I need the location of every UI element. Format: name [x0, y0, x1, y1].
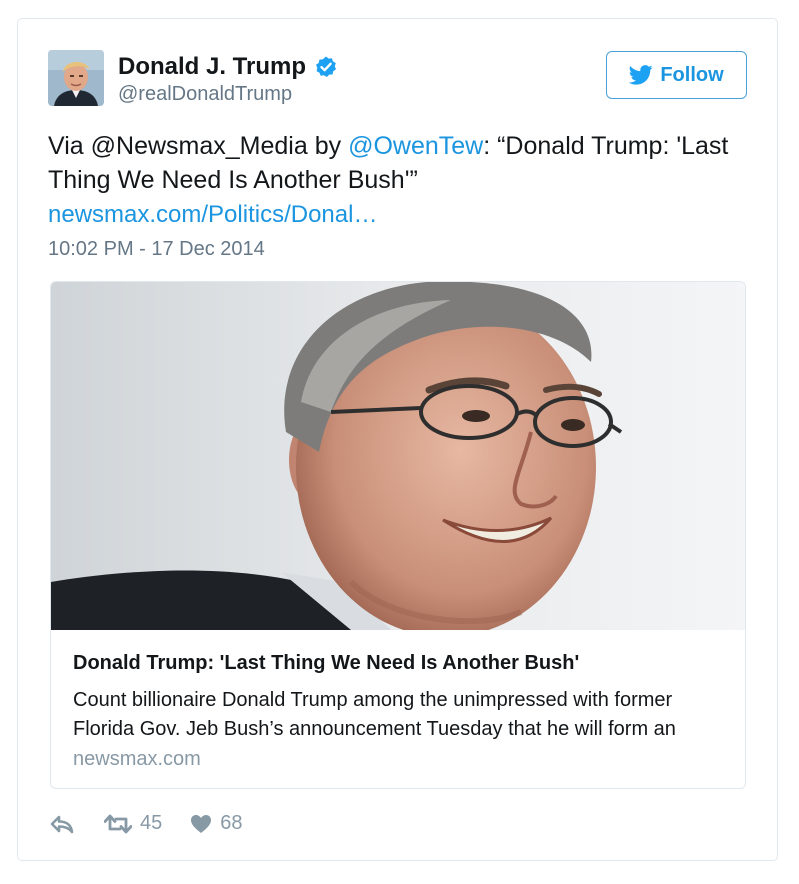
card-image[interactable]: [51, 282, 745, 630]
user-avatar[interactable]: [48, 50, 104, 106]
author-name-row[interactable]: Donald J. Trump: [118, 53, 338, 81]
link-preview-card[interactable]: Donald Trump: 'Last Thing We Need Is Ano…: [50, 281, 746, 789]
tweet-text: Via @Newsmax_Media by @OwenTew: “Donald …: [48, 129, 738, 197]
retweet-button[interactable]: 45: [104, 812, 162, 835]
author-handle[interactable]: @realDonaldTrump: [118, 83, 292, 106]
tweet-article-link[interactable]: newsmax.com/Politics/Donal…: [48, 201, 377, 229]
card-description: Count billionaire Donald Trump among the…: [73, 689, 676, 740]
retweet-count: 45: [140, 812, 163, 834]
card-domain: newsmax.com: [73, 748, 201, 770]
verified-badge-icon: [314, 55, 338, 79]
author-display-name[interactable]: Donald J. Trump: [118, 53, 306, 81]
mention-owentew[interactable]: @OwenTew: [348, 132, 483, 160]
retweet-icon: [104, 813, 132, 835]
twitter-bird-icon: [629, 65, 653, 85]
follow-button[interactable]: Follow: [606, 51, 747, 99]
tweet-actions: 45 68: [50, 812, 243, 835]
heart-icon: [190, 814, 212, 834]
embedded-tweet: Donald J. Trump @realDonaldTrump Follow …: [17, 18, 778, 861]
like-button[interactable]: 68: [190, 812, 243, 835]
tweet-text-prefix: Via: [48, 132, 91, 160]
follow-button-label: Follow: [660, 63, 724, 86]
tweet-text-mid: by: [307, 132, 349, 160]
mention-newsmax[interactable]: @Newsmax_Media: [91, 132, 308, 160]
like-count: 68: [220, 812, 243, 834]
reply-button[interactable]: [50, 814, 74, 834]
tweet-timestamp[interactable]: 10:02 PM - 17 Dec 2014: [48, 238, 265, 261]
card-title[interactable]: Donald Trump: 'Last Thing We Need Is Ano…: [73, 652, 579, 675]
reply-icon: [50, 814, 74, 834]
